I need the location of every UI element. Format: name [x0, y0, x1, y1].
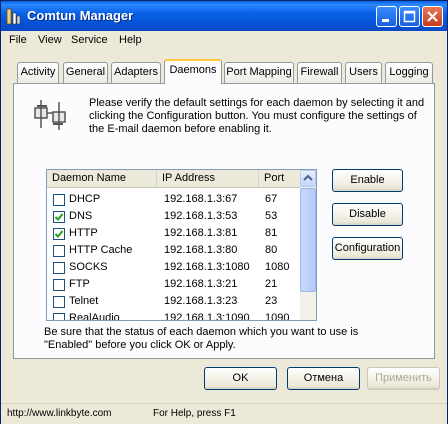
- daemon-port: 80: [265, 244, 278, 256]
- daemon-name: SOCKS: [69, 261, 108, 273]
- daemon-checkbox[interactable]: [53, 262, 65, 274]
- daemon-ip: 192.168.1.3:67: [164, 193, 238, 205]
- menu-file[interactable]: File: [9, 34, 27, 46]
- tab-firewall[interactable]: Firewall: [297, 62, 342, 83]
- daemon-ip: 192.168.1.3:81: [164, 227, 238, 239]
- list-item[interactable]: Telnet 192.168.1.3:23 23: [47, 293, 300, 310]
- checkmark-icon: [54, 230, 64, 238]
- maximize-button[interactable]: [399, 6, 420, 27]
- ok-button[interactable]: OK: [204, 367, 277, 390]
- tab-logging[interactable]: Logging: [385, 62, 433, 83]
- menu-service[interactable]: Service: [71, 34, 108, 46]
- list-scrollbar[interactable]: [300, 170, 316, 320]
- list-header: Daemon Name IP Address Port: [47, 170, 300, 188]
- daemon-checkbox[interactable]: [53, 313, 65, 320]
- daemon-checkbox[interactable]: [53, 245, 65, 257]
- status-bar: http://www.linkbyte.com For Help, press …: [1, 403, 447, 424]
- daemon-name: DNS: [69, 210, 93, 222]
- daemon-ip: 192.168.1.3:23: [164, 295, 238, 307]
- maximize-icon: [403, 10, 416, 23]
- daemon-list[interactable]: Daemon Name IP Address Port DHCP 192.168.…: [46, 169, 317, 321]
- daemon-port: 23: [265, 295, 278, 307]
- cancel-button[interactable]: Отмена: [287, 367, 360, 390]
- list-item[interactable]: SOCKS 192.168.1.3:1080 1080: [47, 259, 300, 276]
- daemon-port: 21: [265, 278, 278, 290]
- column-port[interactable]: Port: [259, 170, 300, 188]
- list-item[interactable]: RealAudio 192.168.1.3:1090 1090: [47, 310, 300, 321]
- daemon-ip: 192.168.1.3:21: [164, 278, 238, 290]
- title-bar[interactable]: Comtun Manager: [1, 1, 447, 31]
- intro-text: Please verify the default settings for e…: [89, 97, 425, 135]
- daemon-checkbox[interactable]: [53, 228, 65, 240]
- close-button[interactable]: [422, 6, 443, 27]
- daemon-checkbox[interactable]: [53, 211, 65, 223]
- configuration-button[interactable]: Configuration: [332, 237, 403, 260]
- list-item[interactable]: DNS 192.168.1.3:53 53: [47, 208, 300, 225]
- daemon-checkbox[interactable]: [53, 296, 65, 308]
- list-item[interactable]: DHCP 192.168.1.3:67 67: [47, 191, 300, 208]
- daemon-ip: 192.168.1.3:53: [164, 210, 238, 222]
- daemon-name: RealAudio: [69, 312, 120, 321]
- tab-adapters[interactable]: Adapters: [111, 62, 161, 83]
- daemon-port: 81: [265, 227, 278, 239]
- scroll-thumb[interactable]: [300, 188, 316, 292]
- daemon-ip: 192.168.1.3:1080: [164, 261, 250, 273]
- daemon-icon: [34, 100, 66, 130]
- enable-button[interactable]: Enable: [332, 169, 403, 192]
- daemon-name: HTTP Cache: [69, 244, 133, 256]
- daemon-name: FTP: [69, 278, 90, 290]
- tab-users[interactable]: Users: [345, 62, 382, 83]
- menu-help[interactable]: Help: [119, 34, 142, 46]
- daemon-ip: 192.168.1.3:80: [164, 244, 238, 256]
- minimize-icon: [382, 19, 389, 22]
- tab-general[interactable]: General: [63, 62, 108, 83]
- daemon-checkbox[interactable]: [53, 279, 65, 291]
- status-url: http://www.linkbyte.com: [7, 408, 112, 419]
- daemon-port: 1080: [265, 261, 290, 273]
- column-daemon-name[interactable]: Daemon Name: [47, 170, 157, 188]
- daemon-name: Telnet: [69, 295, 99, 307]
- column-ip-address[interactable]: IP Address: [157, 170, 259, 188]
- menu-bar: File View Service Help: [1, 31, 447, 50]
- window-title: Comtun Manager: [27, 8, 134, 23]
- daemon-checkbox[interactable]: [53, 194, 65, 206]
- chevron-up-icon: [303, 174, 313, 181]
- menu-view[interactable]: View: [38, 34, 62, 46]
- status-help: For Help, press F1: [153, 408, 236, 419]
- tab-daemons[interactable]: Daemons: [164, 59, 222, 84]
- daemon-name: DHCP: [69, 193, 101, 205]
- apply-button[interactable]: Применить: [367, 367, 440, 390]
- tab-activity[interactable]: Activity: [17, 62, 59, 83]
- daemon-name: HTTP: [69, 227, 98, 239]
- daemon-port: 67: [265, 193, 278, 205]
- daemon-port: 53: [265, 210, 278, 222]
- list-item[interactable]: HTTP Cache 192.168.1.3:80 80: [47, 242, 300, 259]
- minimize-button[interactable]: [376, 6, 397, 27]
- note-text: Be sure that the status of each daemon w…: [44, 326, 359, 351]
- daemon-port: 1090: [265, 312, 290, 321]
- daemon-ip: 192.168.1.3:1090: [164, 312, 250, 321]
- app-icon: [6, 8, 21, 25]
- list-item[interactable]: HTTP 192.168.1.3:81 81: [47, 225, 300, 242]
- scroll-up-button[interactable]: [300, 170, 316, 187]
- list-item[interactable]: FTP 192.168.1.3:21 21: [47, 276, 300, 293]
- tab-port-mapping[interactable]: Port Mapping: [224, 62, 294, 83]
- checkmark-icon: [54, 213, 64, 221]
- close-icon: [427, 11, 438, 22]
- disable-button[interactable]: Disable: [332, 203, 403, 226]
- main-window: Comtun Manager File View Service Help Ac…: [0, 0, 448, 424]
